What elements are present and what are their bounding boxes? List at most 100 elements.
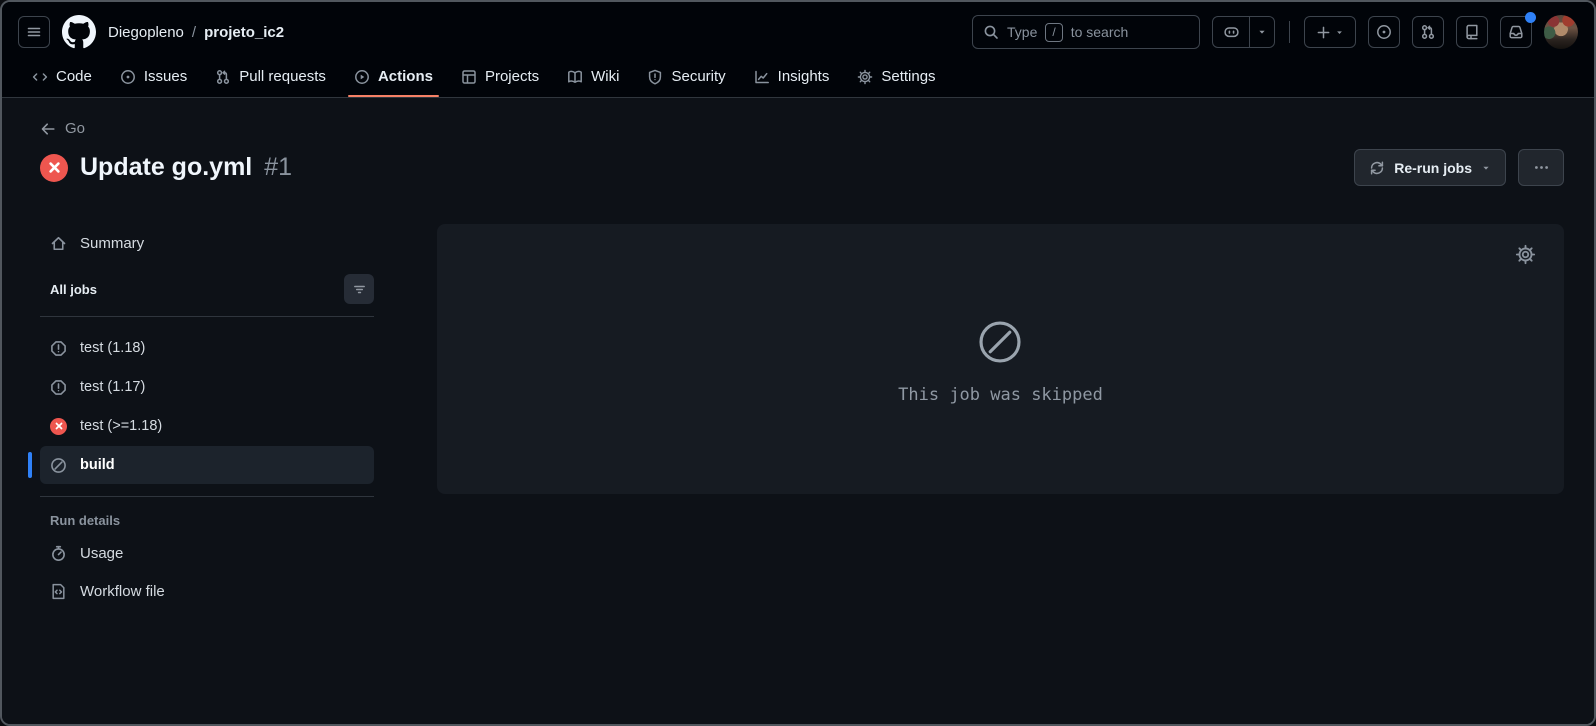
gear-icon	[858, 69, 873, 84]
tab-wiki[interactable]: Wiki	[553, 56, 633, 97]
shield-icon	[649, 69, 662, 85]
tab-label: Settings	[881, 68, 936, 85]
stale-octagon-icon	[50, 340, 67, 357]
search-placeholder-prefix: Type	[1007, 24, 1038, 40]
breadcrumb-owner[interactable]: Diegopleno	[108, 24, 184, 41]
job-item-build[interactable]: build	[28, 446, 374, 484]
tab-pull-requests[interactable]: Pull requests	[201, 56, 340, 97]
sidebar-divider	[40, 316, 374, 317]
all-jobs-row: All jobs	[40, 274, 374, 304]
skipped-message-block: This job was skipped	[898, 319, 1103, 405]
copilot-button[interactable]	[1213, 17, 1249, 47]
book-icon	[568, 70, 583, 83]
repo-nav-tabs: Code Issues Pull requests Actions Projec…	[18, 56, 1578, 97]
gear-icon	[1515, 244, 1536, 265]
run-options-kebab-button[interactable]	[1518, 149, 1564, 186]
tab-actions[interactable]: Actions	[340, 56, 447, 97]
jobs-sidebar: Summary All jobs test (1.18) test (1.17)…	[28, 224, 374, 610]
sync-icon	[1371, 160, 1384, 175]
search-input[interactable]: Type / to search	[972, 15, 1200, 49]
inbox-icon	[1509, 25, 1523, 39]
breadcrumb: Diegopleno / projeto_ic2	[108, 24, 284, 41]
copilot-icon	[1223, 26, 1239, 37]
circle-slash-icon	[979, 321, 1022, 363]
tab-projects[interactable]: Projects	[447, 56, 553, 97]
run-title-row: Update go.yml #1 Re-run jobs	[40, 149, 1564, 186]
repo-button[interactable]	[1456, 16, 1488, 48]
run-body: Summary All jobs test (1.18) test (1.17)…	[28, 224, 1564, 610]
job-label: test (>=1.18)	[80, 418, 163, 434]
job-detail-panel: This job was skipped	[437, 224, 1564, 494]
breadcrumb-repo[interactable]: projeto_ic2	[204, 24, 284, 41]
job-item-test-gte-1-18[interactable]: test (>=1.18)	[40, 407, 374, 445]
x-icon	[48, 162, 60, 173]
stopwatch-icon	[52, 545, 65, 561]
copilot-dropdown-button[interactable]	[1250, 17, 1274, 47]
hamburger-icon	[27, 27, 41, 37]
run-failed-status-icon	[40, 153, 68, 182]
code-icon	[32, 72, 48, 81]
tab-label: Security	[671, 68, 726, 85]
git-pull-request-icon	[217, 69, 230, 84]
tab-label: Code	[56, 68, 92, 85]
all-jobs-label: All jobs	[50, 281, 97, 297]
chevron-down-icon	[1337, 30, 1342, 34]
issue-opened-icon	[120, 69, 135, 84]
chevron-down-icon	[1483, 166, 1489, 170]
filter-jobs-button[interactable]	[344, 274, 374, 304]
run-details-header: Run details	[50, 513, 121, 528]
tab-label: Pull requests	[239, 68, 326, 85]
tab-issues[interactable]: Issues	[106, 56, 201, 97]
copilot-split-button	[1212, 16, 1275, 48]
back-link[interactable]: Go	[40, 120, 85, 137]
failed-status-icon	[50, 417, 67, 435]
job-label: test (1.18)	[80, 340, 146, 356]
issues-button[interactable]	[1368, 16, 1400, 48]
tab-label: Actions	[377, 68, 433, 85]
graph-icon	[754, 70, 769, 83]
create-new-button[interactable]	[1304, 16, 1356, 48]
breadcrumb-separator: /	[191, 23, 197, 41]
sidebar-item-usage[interactable]: Usage	[40, 534, 374, 572]
table-icon	[462, 69, 476, 84]
avatar[interactable]	[1544, 15, 1578, 49]
repo-icon	[1466, 24, 1478, 40]
browser-window: Diegopleno / projeto_ic2 Type / to searc…	[0, 0, 1596, 726]
log-settings-gear-button[interactable]	[1515, 244, 1536, 268]
hamburger-menu-button[interactable]	[18, 16, 50, 48]
sidebar-item-summary[interactable]: Summary	[40, 224, 374, 262]
x-icon	[55, 422, 62, 430]
github-logo[interactable]	[62, 15, 96, 49]
tab-code[interactable]: Code	[18, 56, 106, 97]
search-placeholder-suffix: to search	[1070, 24, 1129, 40]
tab-label: Projects	[484, 68, 540, 85]
notification-dot	[1525, 12, 1536, 23]
play-icon	[354, 69, 369, 84]
search-icon	[984, 25, 998, 39]
arrow-left-icon	[41, 122, 55, 135]
stale-octagon-icon	[50, 379, 67, 396]
github-header: Diegopleno / projeto_ic2 Type / to searc…	[2, 2, 1594, 98]
job-item-test-1-17[interactable]: test (1.17)	[40, 368, 374, 406]
rerun-jobs-button[interactable]: Re-run jobs	[1354, 149, 1506, 186]
job-label: test (1.17)	[80, 379, 146, 395]
page-content: Go Update go.yml #1 Re-run jobs Summary …	[2, 98, 1594, 724]
chevron-down-icon	[1259, 30, 1265, 34]
sidebar-item-workflow-file[interactable]: Workflow file	[40, 572, 374, 610]
tab-settings[interactable]: Settings	[843, 56, 949, 97]
sidebar-usage-label: Usage	[80, 544, 124, 562]
job-label: build	[80, 457, 115, 473]
issue-opened-icon	[1377, 25, 1391, 39]
notifications-wrap	[1500, 12, 1536, 48]
kebab-horizontal-icon	[1534, 166, 1548, 169]
git-pull-request-icon	[1421, 25, 1435, 39]
pull-requests-button[interactable]	[1412, 16, 1444, 48]
github-mark-icon	[62, 15, 96, 49]
skipped-status-icon	[50, 457, 67, 474]
tab-label: Issues	[143, 68, 188, 85]
job-item-test-1-18[interactable]: test (1.18)	[40, 329, 374, 367]
sidebar-divider	[40, 496, 374, 497]
tab-insights[interactable]: Insights	[740, 56, 844, 97]
tab-security[interactable]: Security	[633, 56, 739, 97]
home-icon	[51, 236, 66, 250]
